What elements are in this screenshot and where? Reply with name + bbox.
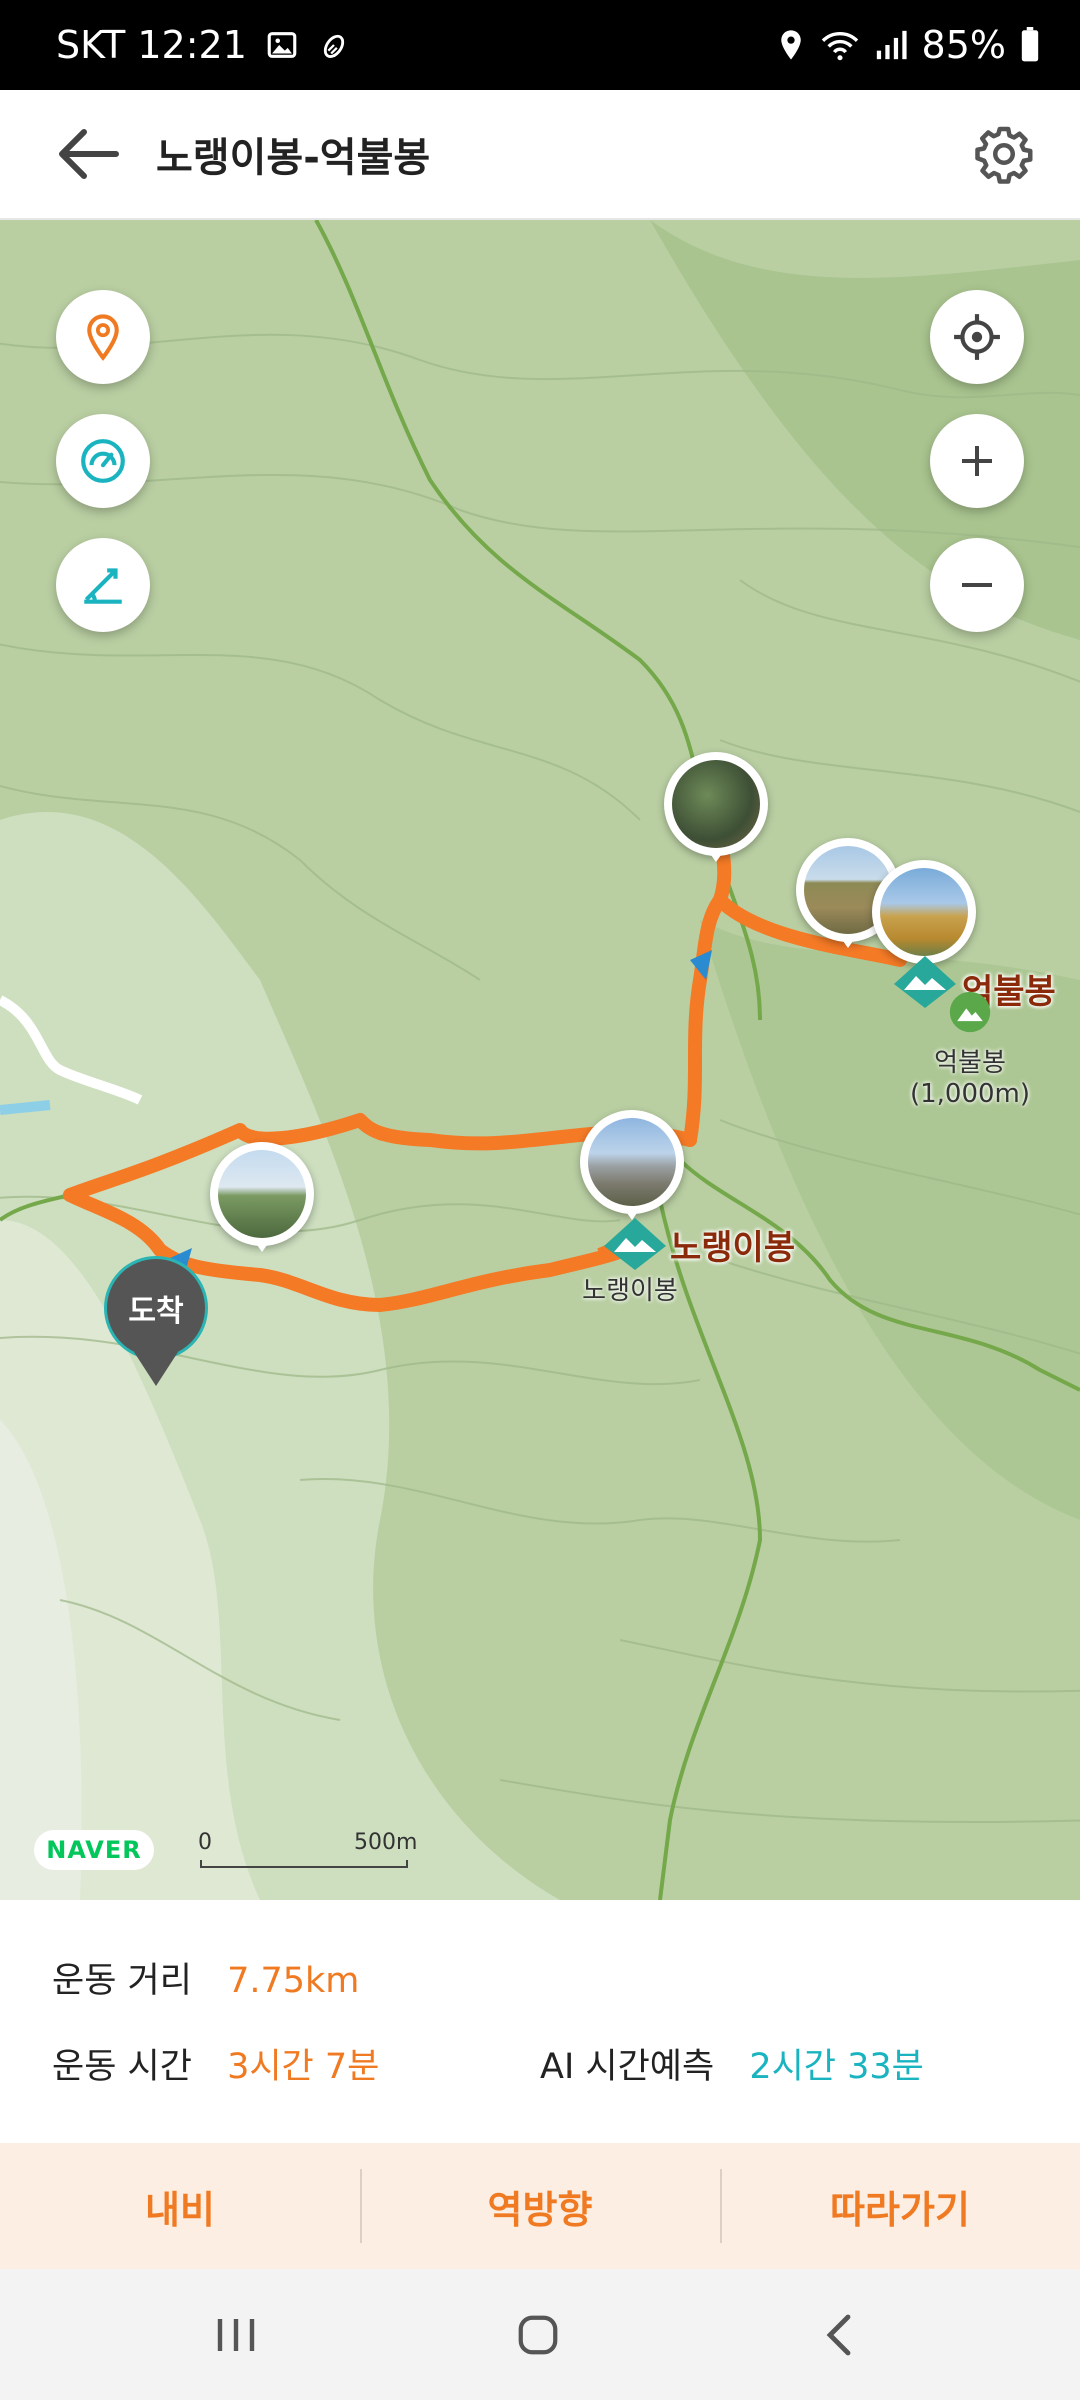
page-title: 노랭이봉-억불봉 — [156, 135, 431, 181]
app-bar: 노랭이봉-억불봉 — [0, 90, 1080, 220]
photo-marker[interactable] — [210, 1142, 314, 1252]
speedometer-button[interactable] — [56, 414, 150, 508]
summit-icon — [949, 991, 991, 1033]
walk-icon — [323, 34, 345, 58]
peak-sub-eokbulbong: 억불봉 (1,000m) — [909, 1048, 1031, 1109]
map-pin-icon — [87, 314, 119, 361]
action-bar: 내비 역방향 따라가기 — [0, 2143, 1080, 2269]
zoom-in-icon — [962, 446, 992, 476]
recent-apps-button[interactable] — [176, 2269, 296, 2400]
zoom-out-button[interactable] — [930, 538, 1024, 632]
photo-marker[interactable] — [664, 752, 768, 862]
back-arrow-icon[interactable] — [56, 124, 120, 184]
zoom-out-icon — [962, 583, 992, 587]
distance-label: 운동 거리 — [52, 1961, 192, 2001]
recent-apps-icon — [217, 2318, 255, 2351]
ai-time-label: AI 시간예측 — [540, 2047, 715, 2087]
map-view[interactable]: 도착 억불봉 억불봉 (1,000m) 노랭이봉 노랭이봉 NAVER 0 50… — [0, 220, 1080, 1900]
distance-value: 7.75km — [227, 1961, 360, 2001]
home-button[interactable] — [478, 2269, 598, 2400]
nav-back-button[interactable] — [780, 2269, 900, 2400]
arrive-label: 도착 — [104, 1256, 208, 1360]
zoom-in-button[interactable] — [930, 414, 1024, 508]
speedometer-icon — [81, 439, 125, 483]
image-icon — [267, 32, 297, 58]
elevation-button[interactable] — [56, 538, 150, 632]
photo-marker[interactable] — [872, 860, 976, 970]
reverse-button[interactable]: 역방향 — [360, 2143, 720, 2269]
navi-button[interactable]: 내비 — [0, 2143, 360, 2269]
peak-icon — [604, 1218, 666, 1270]
arrive-marker[interactable]: 도착 — [104, 1256, 208, 1386]
scale-bar: 0 500m — [198, 1830, 417, 1868]
crosshair-icon — [954, 314, 1000, 360]
photo-marker[interactable] — [580, 1110, 684, 1220]
location-icon — [780, 30, 801, 60]
system-nav-bar — [0, 2269, 1080, 2400]
time-label: 운동 시간 — [52, 2047, 192, 2087]
battery-icon — [1021, 27, 1039, 62]
stats-panel: 운동 거리 7.75km 운동 시간 3시간 7분 AI 시간예측 2시간 33… — [0, 1900, 1080, 2143]
wifi-icon — [821, 32, 858, 61]
home-icon — [518, 2315, 558, 2354]
battery-percent: 85% — [921, 23, 1006, 67]
elevation-icon — [84, 568, 122, 604]
carrier-time: SKT 12:21 — [56, 23, 247, 67]
status-bar: SKT 12:21 85% — [0, 0, 1080, 90]
peak-sub-noraengibong: 노랭이봉 — [582, 1276, 678, 1306]
time-value: 3시간 7분 — [227, 2047, 380, 2087]
peak-name-noraengibong[interactable]: 노랭이봉 — [670, 1220, 795, 1269]
my-location-button[interactable] — [930, 290, 1024, 384]
map-pin-button[interactable] — [56, 290, 150, 384]
follow-button[interactable]: 따라가기 — [720, 2143, 1080, 2269]
ai-time-value: 2시간 33분 — [749, 2047, 924, 2087]
naver-logo: NAVER — [34, 1830, 154, 1870]
nav-back-icon — [826, 2314, 851, 2355]
gear-icon[interactable] — [974, 124, 1034, 184]
signal-icon — [876, 30, 907, 60]
